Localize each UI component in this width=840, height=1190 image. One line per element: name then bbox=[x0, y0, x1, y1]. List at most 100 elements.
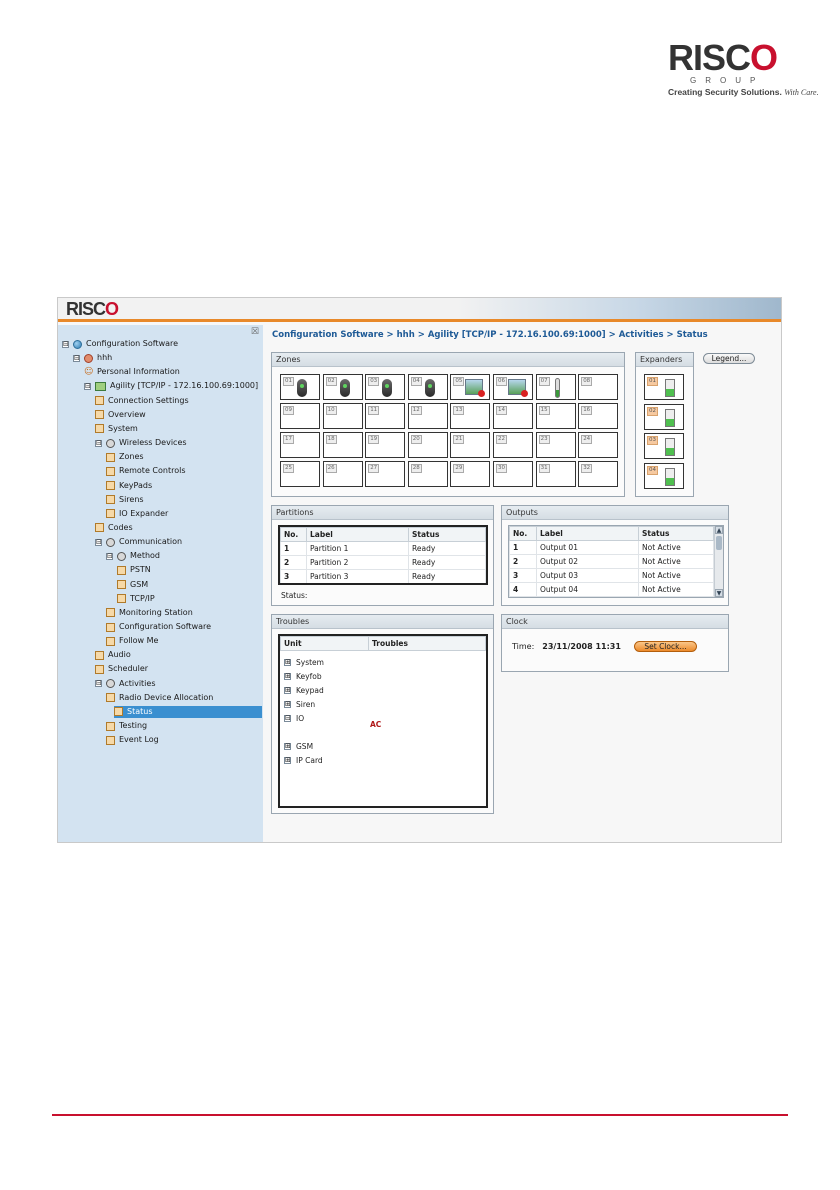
table-row[interactable]: 3 Partition 3 Ready bbox=[280, 569, 486, 583]
close-panel-icon[interactable]: ☒ bbox=[251, 327, 259, 337]
zone-cell[interactable]: 32 bbox=[578, 461, 619, 487]
zone-cell[interactable]: 19 bbox=[365, 432, 406, 458]
zone-cell[interactable]: 13 bbox=[450, 403, 491, 429]
expand-icon[interactable]: ⊞ bbox=[284, 658, 291, 666]
tree-item[interactable]: ☺ Personal Information bbox=[84, 366, 180, 378]
zone-cell[interactable]: 07 bbox=[535, 374, 576, 400]
zone-cell[interactable]: 02 bbox=[322, 374, 363, 400]
table-row[interactable]: 3 Output 03 Not Active bbox=[509, 568, 714, 583]
tree-item[interactable]: Monitoring Station bbox=[106, 607, 193, 619]
trouble-unit-item[interactable]: ⊞ Keyfob bbox=[284, 670, 322, 682]
zone-cell[interactable]: 05 bbox=[450, 374, 491, 400]
zone-cell[interactable]: 26 bbox=[322, 461, 363, 487]
zone-cell[interactable]: 10 bbox=[322, 403, 363, 429]
trouble-unit-item[interactable]: ⊞ Keypad bbox=[284, 684, 324, 696]
tree-item[interactable]: ⊟ Wireless Devices bbox=[95, 437, 187, 449]
zone-cell[interactable]: 25 bbox=[280, 461, 320, 487]
scroll-up-icon[interactable]: ▲ bbox=[715, 526, 723, 534]
tree-item[interactable]: TCP/IP bbox=[117, 593, 155, 605]
zone-cell[interactable]: 16 bbox=[578, 403, 619, 429]
scroll-thumb[interactable] bbox=[716, 536, 722, 550]
zone-cell[interactable]: 15 bbox=[535, 403, 576, 429]
expand-icon[interactable]: ⊞ bbox=[284, 742, 291, 750]
zone-cell[interactable]: 22 bbox=[493, 432, 533, 458]
expander-cell[interactable]: 04 bbox=[644, 462, 684, 489]
tree-item[interactable]: IO Expander bbox=[106, 508, 168, 520]
tree-item[interactable]: Radio Device Allocation bbox=[106, 692, 213, 704]
zone-cell[interactable]: 08 bbox=[578, 374, 619, 400]
collapse-icon[interactable]: ⊟ bbox=[84, 382, 91, 390]
expander-cell[interactable]: 01 bbox=[644, 374, 684, 400]
tree-item[interactable]: Sirens bbox=[106, 494, 144, 506]
collapse-icon[interactable]: ⊟ bbox=[62, 340, 69, 348]
expand-icon[interactable]: ⊞ bbox=[284, 686, 291, 694]
expander-cell[interactable]: 02 bbox=[644, 403, 684, 430]
tree-item[interactable]: ⊟ hhh bbox=[73, 352, 112, 364]
zone-cell[interactable]: 18 bbox=[322, 432, 363, 458]
scroll-down-icon[interactable]: ▼ bbox=[715, 589, 723, 597]
tree-item[interactable]: Configuration Software bbox=[106, 621, 211, 633]
tree-item[interactable]: Status bbox=[114, 705, 262, 718]
tree-item[interactable]: Connection Settings bbox=[95, 395, 189, 407]
zone-cell[interactable]: 11 bbox=[365, 403, 406, 429]
tree-item[interactable]: KeyPads bbox=[106, 480, 152, 492]
zone-cell[interactable]: 23 bbox=[535, 432, 576, 458]
tree-item[interactable]: GSM bbox=[117, 579, 148, 591]
trouble-unit-item[interactable]: ⊟ IO bbox=[284, 712, 304, 724]
table-row[interactable]: 2 Output 02 Not Active bbox=[509, 554, 714, 569]
zone-cell[interactable]: 27 bbox=[365, 461, 406, 487]
outputs-scrollbar[interactable]: ▲ ▼ bbox=[714, 526, 723, 597]
tree-item[interactable]: Zones bbox=[106, 451, 144, 463]
collapse-icon[interactable]: ⊟ bbox=[106, 552, 113, 560]
tree-item[interactable]: Audio bbox=[95, 649, 131, 661]
tree-item[interactable]: ⊟ Communication bbox=[95, 536, 182, 548]
zone-cell[interactable]: 31 bbox=[535, 461, 576, 487]
expand-icon[interactable]: ⊞ bbox=[284, 756, 291, 764]
expand-icon[interactable]: ⊟ bbox=[284, 714, 291, 722]
expander-cell[interactable]: 03 bbox=[644, 433, 684, 459]
col-status[interactable]: Status bbox=[408, 527, 486, 542]
trouble-unit-item[interactable]: ⊞ IP Card bbox=[284, 754, 323, 766]
trouble-unit-item[interactable]: ⊞ Siren bbox=[284, 698, 315, 710]
zone-cell[interactable]: 09 bbox=[280, 403, 320, 429]
zone-cell[interactable]: 06 bbox=[493, 374, 533, 400]
tree-item[interactable]: PSTN bbox=[117, 564, 151, 576]
set-clock-button[interactable]: Set Clock... bbox=[634, 641, 697, 652]
zone-cell[interactable]: 20 bbox=[407, 432, 448, 458]
zone-cell[interactable]: 03 bbox=[365, 374, 406, 400]
tree-item[interactable]: Overview bbox=[95, 409, 146, 421]
collapse-icon[interactable]: ⊟ bbox=[73, 354, 80, 362]
zone-cell[interactable]: 24 bbox=[578, 432, 619, 458]
legend-button[interactable]: Legend... bbox=[703, 353, 755, 364]
tree-item[interactable]: ⊟ Activities bbox=[95, 678, 156, 690]
tree-item[interactable]: ⊟ Configuration Software bbox=[62, 338, 178, 350]
tree-item[interactable]: ⊟ Agility [TCP/IP - 172.16.100.69:1000] bbox=[84, 380, 258, 392]
tree-item[interactable]: Codes bbox=[95, 522, 133, 534]
col-label[interactable]: Label bbox=[306, 527, 409, 542]
collapse-icon[interactable]: ⊟ bbox=[95, 538, 102, 546]
trouble-unit-item[interactable]: ⊞ System bbox=[284, 656, 324, 668]
col-label[interactable]: Label bbox=[536, 526, 639, 541]
zone-cell[interactable]: 14 bbox=[493, 403, 533, 429]
expand-icon[interactable]: ⊞ bbox=[284, 672, 291, 680]
tree-item[interactable]: Follow Me bbox=[106, 635, 158, 647]
table-row[interactable]: 1 Output 01 Not Active bbox=[509, 540, 714, 555]
zone-cell[interactable]: 28 bbox=[407, 461, 448, 487]
zone-cell[interactable]: 01 bbox=[280, 374, 320, 400]
collapse-icon[interactable]: ⊟ bbox=[95, 439, 102, 447]
table-row[interactable]: 1 Partition 1 Ready bbox=[280, 541, 486, 556]
col-no[interactable]: No. bbox=[280, 527, 307, 542]
tree-item[interactable]: System bbox=[95, 423, 138, 435]
col-no[interactable]: No. bbox=[509, 526, 537, 541]
tree-item[interactable]: Testing bbox=[106, 720, 147, 732]
table-row[interactable]: 4 Output 04 Not Active bbox=[509, 582, 714, 597]
table-row[interactable]: 2 Partition 2 Ready bbox=[280, 555, 486, 570]
col-unit[interactable]: Unit bbox=[280, 636, 369, 651]
trouble-unit-item[interactable]: ⊞ GSM bbox=[284, 740, 313, 752]
expand-icon[interactable]: ⊞ bbox=[284, 700, 291, 708]
zone-cell[interactable]: 29 bbox=[450, 461, 491, 487]
zone-cell[interactable]: 04 bbox=[407, 374, 448, 400]
tree-item[interactable]: Remote Controls bbox=[106, 465, 186, 477]
zone-cell[interactable]: 21 bbox=[450, 432, 491, 458]
zone-cell[interactable]: 30 bbox=[493, 461, 533, 487]
